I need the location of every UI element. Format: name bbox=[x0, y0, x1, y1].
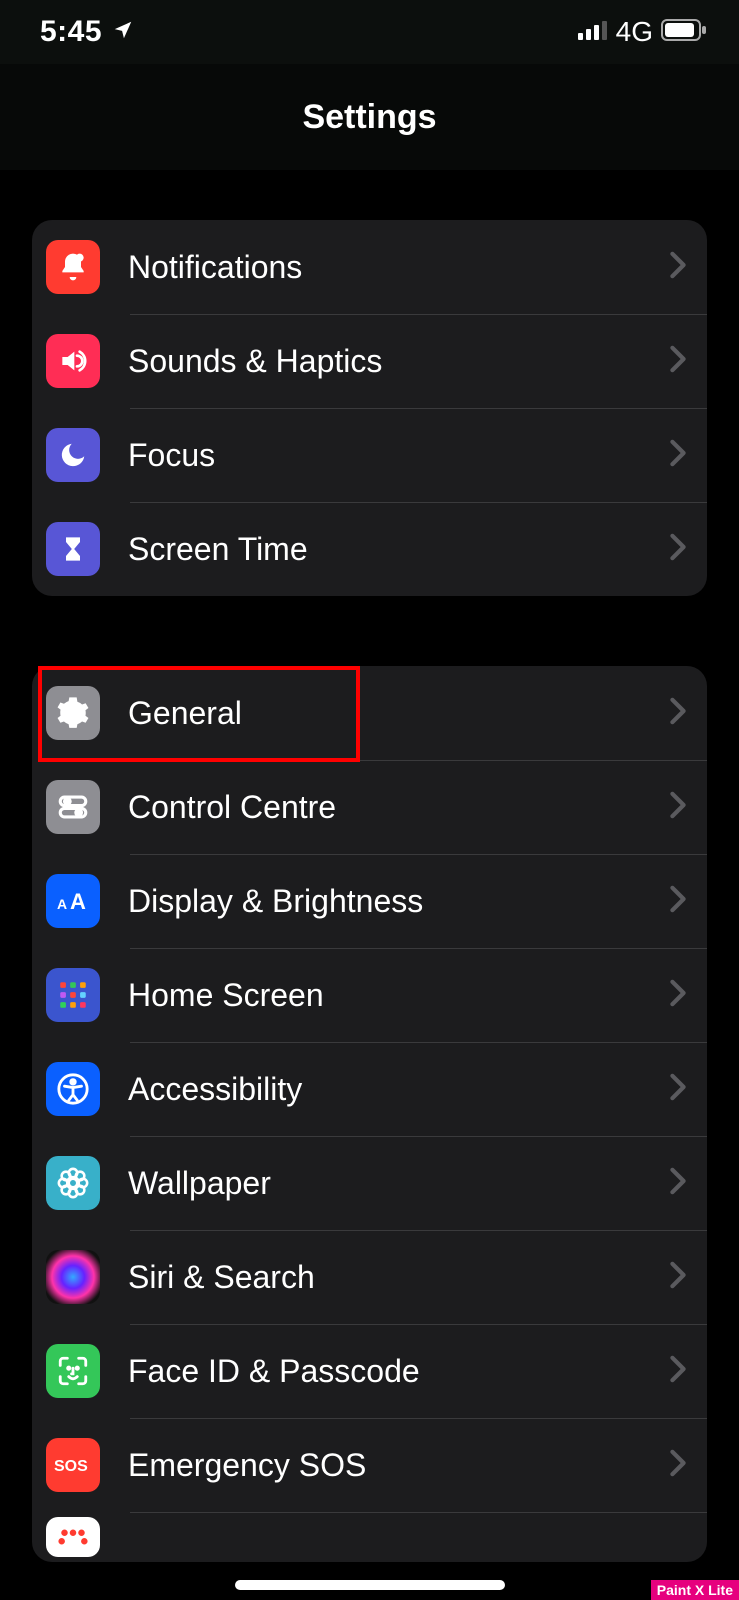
status-right: 4G bbox=[578, 16, 707, 48]
row-label: Accessibility bbox=[128, 1071, 669, 1108]
row-label: Siri & Search bbox=[128, 1259, 669, 1296]
row-label: Display & Brightness bbox=[128, 883, 669, 920]
chevron-right-icon bbox=[669, 1261, 687, 1294]
row-controlcentre[interactable]: Control Centre bbox=[32, 760, 707, 854]
chevron-right-icon bbox=[669, 979, 687, 1012]
status-time: 5:45 bbox=[40, 15, 102, 49]
chevron-right-icon bbox=[669, 533, 687, 566]
accessibility-icon bbox=[46, 1062, 100, 1116]
row-label: Wallpaper bbox=[128, 1165, 669, 1202]
settings-group-2: General Control Centre AA Display & Brig… bbox=[32, 666, 707, 1562]
speaker-icon bbox=[46, 334, 100, 388]
hourglass-icon bbox=[46, 522, 100, 576]
chevron-right-icon bbox=[669, 1167, 687, 1200]
chevron-right-icon bbox=[669, 697, 687, 730]
moon-icon bbox=[46, 428, 100, 482]
grid-icon bbox=[46, 968, 100, 1022]
row-display[interactable]: AA Display & Brightness bbox=[32, 854, 707, 948]
home-indicator bbox=[235, 1580, 505, 1590]
row-focus[interactable]: Focus bbox=[32, 408, 707, 502]
toggles-icon bbox=[46, 780, 100, 834]
row-general[interactable]: General bbox=[32, 666, 707, 760]
chevron-right-icon bbox=[669, 885, 687, 918]
nav-bar: Settings bbox=[0, 64, 739, 170]
location-arrow-icon bbox=[112, 15, 134, 49]
settings-content: Notifications Sounds & Haptics Focus Scr… bbox=[0, 170, 739, 1562]
row-label: Control Centre bbox=[128, 789, 669, 826]
faceid-icon bbox=[46, 1344, 100, 1398]
battery-icon bbox=[661, 19, 707, 46]
chevron-right-icon bbox=[669, 439, 687, 472]
chevron-right-icon bbox=[669, 251, 687, 284]
row-sos[interactable]: SOS Emergency SOS bbox=[32, 1418, 707, 1512]
row-notifications[interactable]: Notifications bbox=[32, 220, 707, 314]
chevron-right-icon bbox=[669, 1073, 687, 1106]
chevron-right-icon bbox=[669, 1355, 687, 1388]
row-label: Face ID & Passcode bbox=[128, 1353, 669, 1390]
svg-text:A: A bbox=[70, 889, 86, 914]
siri-icon bbox=[46, 1250, 100, 1304]
network-label: 4G bbox=[616, 16, 653, 48]
page-title: Settings bbox=[302, 98, 436, 137]
bell-icon bbox=[46, 240, 100, 294]
status-left: 5:45 bbox=[40, 15, 134, 49]
textsize-icon: AA bbox=[46, 874, 100, 928]
status-bar: 5:45 4G bbox=[0, 0, 739, 64]
row-homescreen[interactable]: Home Screen bbox=[32, 948, 707, 1042]
row-label: Focus bbox=[128, 437, 669, 474]
watermark: Paint X Lite bbox=[651, 1580, 739, 1600]
svg-text:SOS: SOS bbox=[54, 1458, 88, 1475]
gear-icon bbox=[46, 686, 100, 740]
flower-icon bbox=[46, 1156, 100, 1210]
row-label: Sounds & Haptics bbox=[128, 343, 669, 380]
row-sounds[interactable]: Sounds & Haptics bbox=[32, 314, 707, 408]
row-siri[interactable]: Siri & Search bbox=[32, 1230, 707, 1324]
row-wallpaper[interactable]: Wallpaper bbox=[32, 1136, 707, 1230]
row-label: Notifications bbox=[128, 249, 669, 286]
row-label: Home Screen bbox=[128, 977, 669, 1014]
row-accessibility[interactable]: Accessibility bbox=[32, 1042, 707, 1136]
sos-icon: SOS bbox=[46, 1438, 100, 1492]
cellular-signal-icon bbox=[578, 20, 608, 45]
row-label: General bbox=[128, 695, 669, 732]
row-label: Screen Time bbox=[128, 531, 669, 568]
chevron-right-icon bbox=[669, 345, 687, 378]
row-label: Emergency SOS bbox=[128, 1447, 669, 1484]
settings-group-1: Notifications Sounds & Haptics Focus Scr… bbox=[32, 220, 707, 596]
row-screentime[interactable]: Screen Time bbox=[32, 502, 707, 596]
row-exposure[interactable] bbox=[32, 1512, 707, 1562]
row-faceid[interactable]: Face ID & Passcode bbox=[32, 1324, 707, 1418]
svg-text:A: A bbox=[57, 896, 67, 912]
exposure-icon bbox=[46, 1517, 100, 1557]
chevron-right-icon bbox=[669, 1449, 687, 1482]
chevron-right-icon bbox=[669, 791, 687, 824]
